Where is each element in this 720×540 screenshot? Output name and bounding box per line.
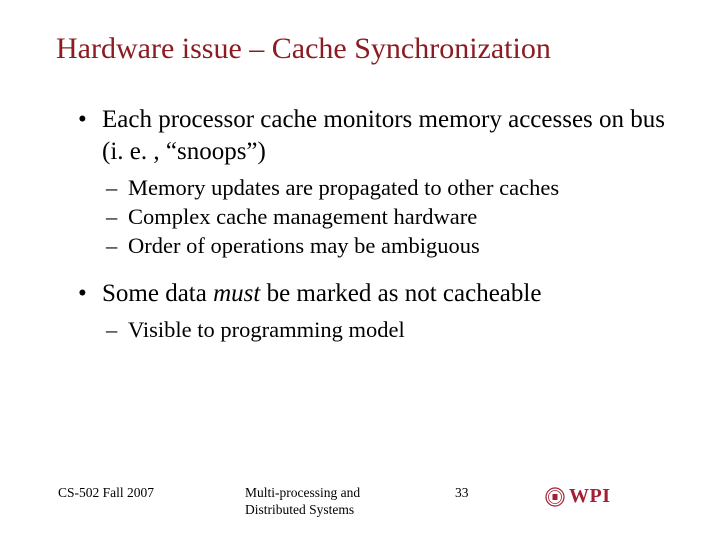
slide-title: Hardware issue – Cache Synchronization xyxy=(0,0,720,66)
bullet-sub: Order of operations may be ambiguous xyxy=(106,232,672,261)
footer: CS-502 Fall 2007 Multi-processing and Di… xyxy=(0,485,720,518)
footer-logo: WPI xyxy=(545,485,611,508)
bullet-text-pre: Some data xyxy=(102,280,213,307)
footer-title: Multi-processing and Distributed Systems xyxy=(245,485,455,518)
bullet-main-2: Some data must be marked as not cacheabl… xyxy=(78,278,672,310)
bullet-text-post: be marked as not cacheable xyxy=(260,280,541,307)
footer-page-number: 33 xyxy=(455,485,545,501)
footer-course: CS-502 Fall 2007 xyxy=(0,485,245,501)
bullet-main-1: Each processor cache monitors memory acc… xyxy=(78,104,672,168)
sub-group-2: Visible to programming model xyxy=(78,316,672,345)
bullet-text-em: must xyxy=(213,280,260,307)
bullet-sub: Memory updates are propagated to other c… xyxy=(106,174,672,203)
sub-group-1: Memory updates are propagated to other c… xyxy=(78,174,672,260)
wpi-logo-text: WPI xyxy=(569,485,611,508)
bullet-sub: Visible to programming model xyxy=(106,316,672,345)
slide-content: Each processor cache monitors memory acc… xyxy=(0,66,720,345)
wpi-seal-icon xyxy=(545,487,565,507)
bullet-sub: Complex cache management hardware xyxy=(106,203,672,232)
